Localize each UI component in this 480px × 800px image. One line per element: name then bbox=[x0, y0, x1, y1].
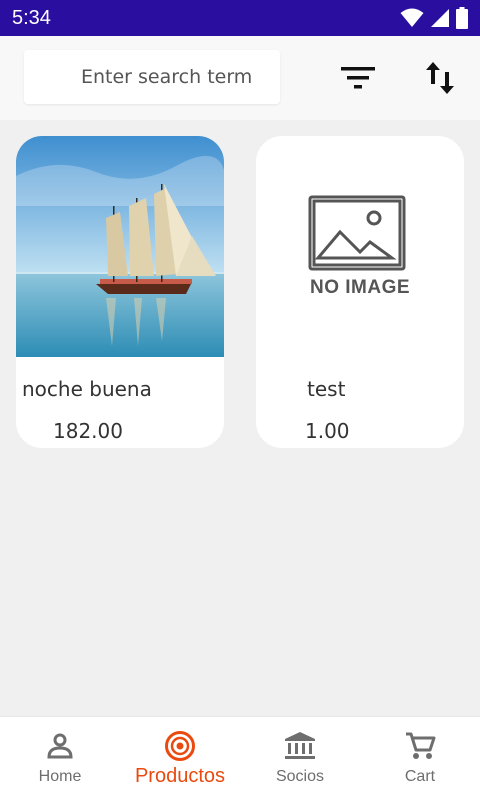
search-input[interactable] bbox=[24, 50, 280, 104]
status-bar: 5:34 bbox=[0, 0, 480, 36]
nav-item-socios[interactable]: Socios bbox=[240, 717, 360, 800]
product-price: 1.00 bbox=[305, 419, 350, 443]
nav-label: Cart bbox=[404, 768, 436, 785]
search-box bbox=[24, 50, 280, 104]
product-card[interactable]: noche buena 182.00 bbox=[16, 136, 224, 448]
target-icon bbox=[164, 730, 196, 762]
nav-label: Socios bbox=[275, 768, 325, 785]
sailboat-photo bbox=[16, 136, 224, 357]
nav-item-cart[interactable]: Cart bbox=[360, 717, 480, 800]
wifi-icon bbox=[400, 8, 424, 27]
app-bar bbox=[0, 36, 480, 120]
nav-item-home[interactable]: Home bbox=[0, 717, 120, 800]
filter-icon bbox=[341, 67, 375, 89]
filter-button[interactable] bbox=[334, 54, 382, 102]
nav-label: Productos bbox=[134, 765, 226, 787]
sort-button[interactable] bbox=[416, 54, 464, 102]
cart-icon bbox=[404, 730, 436, 762]
person-icon bbox=[44, 730, 76, 762]
battery-icon bbox=[456, 7, 468, 29]
image-placeholder-icon bbox=[308, 195, 406, 271]
product-name: noche buena bbox=[22, 377, 152, 401]
sort-icon bbox=[426, 62, 454, 94]
product-name: test bbox=[307, 377, 346, 401]
no-image-caption: NO IMAGE bbox=[309, 277, 411, 298]
status-time: 5:34 bbox=[12, 7, 51, 29]
product-price: 182.00 bbox=[53, 419, 123, 443]
no-image-placeholder: NO IMAGE bbox=[256, 136, 464, 357]
bank-icon bbox=[284, 730, 316, 762]
nav-label: Home bbox=[38, 768, 82, 785]
product-card[interactable]: NO IMAGE test 1.00 bbox=[256, 136, 464, 448]
status-icons bbox=[400, 6, 468, 30]
bottom-navigation: Home Productos Socios Cart bbox=[0, 716, 480, 800]
signal-icon bbox=[431, 9, 449, 27]
nav-item-productos[interactable]: Productos bbox=[120, 717, 240, 800]
